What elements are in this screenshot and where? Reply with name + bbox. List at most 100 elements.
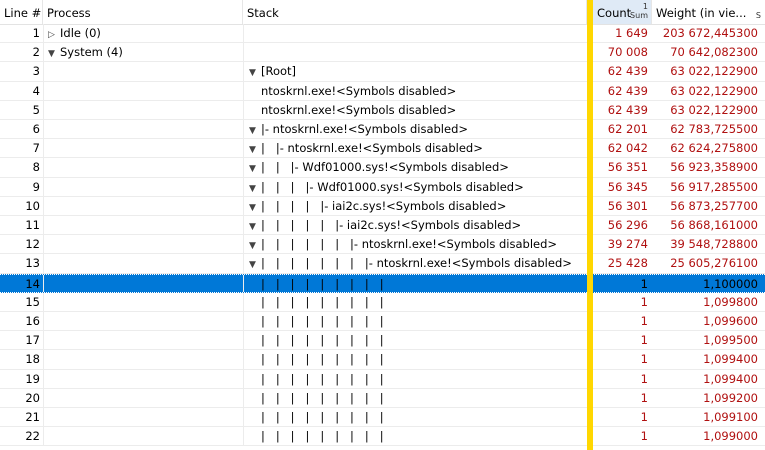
count-cell: 56 301 xyxy=(607,198,648,213)
table-row[interactable]: 19 | | | | | | | | | 1 1,099400 xyxy=(0,369,765,389)
collapse-arrow-icon[interactable]: ▼ xyxy=(249,122,261,138)
table-row[interactable]: 18 | | | | | | | | | 1 1,099400 xyxy=(0,350,765,370)
table-row[interactable]: 11 ▼ | | | | | |- iai2c.sys!<Symbols disab… xyxy=(0,216,765,236)
collapse-arrow-icon[interactable]: ▼ xyxy=(249,218,261,234)
collapse-arrow-icon[interactable]: ▼ xyxy=(249,180,261,196)
table-row[interactable]: 8 ▼ | | |- Wdf01000.sys!<Symbols disabled>… xyxy=(0,158,765,178)
collapse-arrow-icon[interactable]: ▼ xyxy=(249,141,261,157)
weight-cell: 25 605,276100 xyxy=(670,256,758,271)
weight-cell: 56 873,257700 xyxy=(670,198,758,213)
process-cell xyxy=(43,369,243,388)
stack-frame: | | | | | | | | | xyxy=(261,352,384,367)
table-row[interactable]: 2 ▼ System (4) 70 008 70 642,082300 xyxy=(0,43,765,63)
weight-cell: 63 022,122900 xyxy=(670,83,758,98)
weight-cell: 1,099400 xyxy=(703,352,758,367)
count-cell: 56 296 xyxy=(607,218,648,232)
weight-cell: 1,099500 xyxy=(703,333,758,348)
table-row[interactable]: 9 ▼ | | | |- Wdf01000.sys!<Symbols disable… xyxy=(0,177,765,197)
stack-frame: | | | | | | | | | xyxy=(261,429,384,444)
process-cell xyxy=(43,235,243,254)
collapse-arrow-icon[interactable]: ▼ xyxy=(249,64,261,80)
table-row[interactable]: 13 ▼ | | | | | | | |- ntoskrnl.exe!<Symbol… xyxy=(0,254,765,274)
process-cell xyxy=(43,139,243,158)
column-header-line[interactable]: Line # xyxy=(0,0,43,24)
graph-divider-bar[interactable] xyxy=(587,0,593,450)
line-number-cell: 1 xyxy=(32,26,40,40)
table-row[interactable]: 15 | | | | | | | | | 1 1,099800 xyxy=(0,292,765,312)
line-number-cell: 5 xyxy=(32,102,40,117)
table-row[interactable]: 21 | | | | | | | | | 1 1,099100 xyxy=(0,408,765,428)
column-header-process-label: Process xyxy=(47,6,91,20)
line-number-cell: 10 xyxy=(25,198,40,213)
count-cell: 1 xyxy=(640,314,648,328)
expand-arrow-icon[interactable]: ▷ xyxy=(48,26,60,42)
stack-cell: ▼ | | |- Wdf01000.sys!<Symbols disabled> xyxy=(243,158,588,177)
table-row[interactable]: 16 | | | | | | | | | 1 1,099600 xyxy=(0,312,765,332)
table-row[interactable]: 22 | | | | | | | | | 1 1,099000 xyxy=(0,427,765,447)
stack-frame: |- ntoskrnl.exe!<Symbols disabled> xyxy=(261,122,468,136)
count-cell: 62 439 xyxy=(607,102,648,117)
process-cell xyxy=(43,350,243,369)
count-cell: 25 428 xyxy=(607,256,648,271)
stack-frame: | | | | | | | |- ntoskrnl.exe!<Symbols d… xyxy=(261,256,572,271)
line-number-cell: 11 xyxy=(25,218,40,232)
stack-cell: ▼ |- ntoskrnl.exe!<Symbols disabled> xyxy=(243,120,588,139)
stack-frame: | | | | |- iai2c.sys!<Symbols disabled> xyxy=(261,198,507,213)
collapse-arrow-icon[interactable]: ▼ xyxy=(249,160,261,176)
collapse-arrow-icon[interactable]: ▼ xyxy=(249,256,261,272)
count-cell: 62 439 xyxy=(607,83,648,98)
stack-cell: ▼ | | | | |- iai2c.sys!<Symbols disabled> xyxy=(243,196,588,215)
table-row[interactable]: 17 | | | | | | | | | 1 1,099500 xyxy=(0,331,765,351)
table-row[interactable]: 10 ▼ | | | | |- iai2c.sys!<Symbols disable… xyxy=(0,196,765,216)
weight-cell: 1,099200 xyxy=(703,390,758,405)
weight-cell: 56 868,161000 xyxy=(670,218,758,232)
table-row[interactable]: 14 | | | | | | | | | 1 1,100000 xyxy=(0,273,765,293)
count-cell: 62 201 xyxy=(607,122,648,136)
stack-cell: ▼ [Root] xyxy=(243,62,588,81)
stack-cell: | | | | | | | | | xyxy=(243,350,588,369)
table-row[interactable]: 20 | | | | | | | | | 1 1,099200 xyxy=(0,388,765,408)
process-cell xyxy=(43,177,243,196)
weight-cell: 1,099000 xyxy=(703,429,758,444)
weight-cell: 63 022,122900 xyxy=(670,64,758,79)
table-row[interactable]: 7 ▼ | |- ntoskrnl.exe!<Symbols disabled> 62… xyxy=(0,139,765,159)
stack-cell: | | | | | | | | | xyxy=(243,408,588,427)
stack-cell: | | | | | | | | | xyxy=(243,331,588,350)
count-cell: 1 xyxy=(640,390,648,405)
column-header-count-label: Count xyxy=(597,6,632,20)
stack-frame: | | | | | | | | | xyxy=(261,371,384,386)
column-header-stack[interactable]: Stack xyxy=(243,0,587,24)
line-number-cell: 6 xyxy=(32,122,40,136)
process-name: Idle (0) xyxy=(60,26,101,40)
process-cell xyxy=(43,196,243,215)
column-header-weight[interactable]: Weight (in vie... S xyxy=(652,0,765,24)
table-row[interactable]: 1 ▷ Idle (0) 1 649 203 672,445300 xyxy=(0,24,765,44)
weight-cell: 1,099400 xyxy=(703,371,758,386)
line-number-cell: 15 xyxy=(25,294,40,309)
process-cell xyxy=(43,62,243,81)
stack-cell: ▼ | | | |- Wdf01000.sys!<Symbols disabled… xyxy=(243,177,588,196)
column-header-count[interactable]: Count 1 Sum xyxy=(593,0,652,24)
stack-frame: | |- ntoskrnl.exe!<Symbols disabled> xyxy=(261,141,483,156)
stack-frame: | | | | | | | | | xyxy=(261,294,384,309)
line-number-cell: 8 xyxy=(32,160,40,175)
table-row[interactable]: 3 ▼ [Root] 62 439 63 022,122900 xyxy=(0,62,765,82)
table-row[interactable]: 5 ntoskrnl.exe!<Symbols disabled> 62 439 63… xyxy=(0,100,765,120)
table-row[interactable]: 12 ▼ | | | | | | |- ntoskrnl.exe!<Symbols … xyxy=(0,235,765,255)
count-cell: 70 008 xyxy=(607,45,648,60)
process-cell xyxy=(43,312,243,331)
process-cell xyxy=(43,216,243,235)
column-header-process[interactable]: Process xyxy=(43,0,243,24)
stack-cell: ▼ | |- ntoskrnl.exe!<Symbols disabled> xyxy=(243,139,588,158)
stack-frame: | | | | | | | | | xyxy=(261,314,384,328)
stack-cell: | | | | | | | | | xyxy=(243,427,588,446)
collapse-arrow-icon[interactable]: ▼ xyxy=(48,45,60,61)
collapse-arrow-icon[interactable]: ▼ xyxy=(249,237,261,253)
stack-frame: | | | |- Wdf01000.sys!<Symbols disabled> xyxy=(261,179,524,194)
collapse-arrow-icon[interactable]: ▼ xyxy=(249,199,261,215)
count-cell: 1 xyxy=(640,294,648,309)
table-row[interactable]: 6 ▼ |- ntoskrnl.exe!<Symbols disabled> 62 2… xyxy=(0,120,765,140)
stack-frame: [Root] xyxy=(261,64,297,79)
stack-cell: | | | | | | | | | xyxy=(243,312,588,331)
table-row[interactable]: 4 ntoskrnl.exe!<Symbols disabled> 62 439 63… xyxy=(0,81,765,101)
